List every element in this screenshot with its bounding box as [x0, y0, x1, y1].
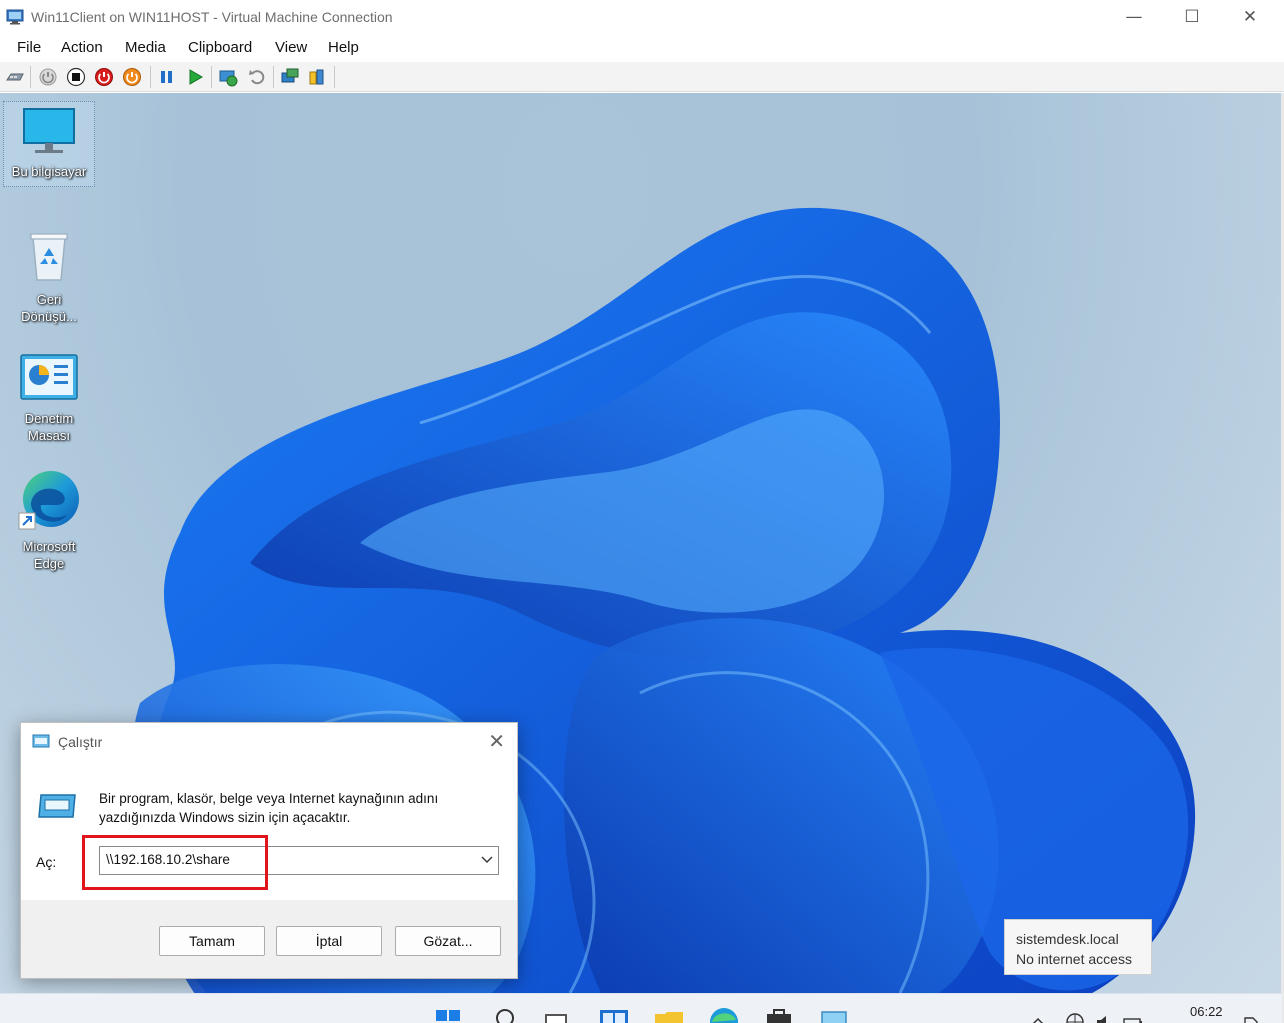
- run-dialog-footer: Tamam İptal Gözat...: [21, 900, 517, 978]
- start-menu-icon[interactable]: [434, 1006, 464, 1023]
- search-icon[interactable]: [492, 1006, 520, 1023]
- resume-icon[interactable]: [185, 67, 205, 87]
- desktop-icon-label: Bu bilgisayar: [11, 164, 87, 179]
- taskbar-clock[interactable]: 06:22: [1190, 1004, 1223, 1019]
- desktop-icon-label: Denetim: [24, 411, 74, 426]
- recycle-bin-icon: [30, 233, 68, 281]
- share-icon[interactable]: [307, 67, 327, 87]
- shut-down-icon[interactable]: [94, 67, 114, 87]
- task-view-icon[interactable]: [543, 1006, 571, 1023]
- battery-icon[interactable]: [1122, 1006, 1144, 1023]
- toolbar-separator: [334, 66, 335, 88]
- network-status: No internet access: [1016, 951, 1132, 967]
- widgets-icon[interactable]: [598, 1006, 630, 1023]
- run-dialog-title: Çalıştır: [58, 734, 103, 750]
- store-icon[interactable]: [763, 1006, 795, 1023]
- globe-icon[interactable]: [1064, 1006, 1086, 1023]
- window-title: Win11Client on WIN11HOST - Virtual Machi…: [31, 9, 393, 25]
- desktop-icon-label: Geri: [36, 292, 62, 307]
- desktop-icon-edge[interactable]: Microsoft Edge: [3, 469, 95, 572]
- taskbar: 06:22: [0, 993, 1282, 1023]
- window-titlebar[interactable]: Win11Client on WIN11HOST - Virtual Machi…: [0, 0, 1284, 34]
- turn-off-icon[interactable]: [66, 67, 86, 87]
- enhanced-session-icon[interactable]: [280, 67, 300, 87]
- annotation-highlight-box: [82, 835, 268, 890]
- menu-view[interactable]: View: [275, 39, 307, 56]
- desktop-icon-recycle-bin[interactable]: Geri Dönüşü...: [3, 228, 95, 325]
- monitor-icon: [23, 108, 75, 153]
- run-dialog: Çalıştır ✕ Bir program, klasör, belge ve…: [20, 722, 518, 979]
- revert-icon[interactable]: [247, 67, 267, 87]
- open-label: Aç:: [36, 854, 57, 870]
- chevron-up-icon[interactable]: [1030, 1006, 1046, 1023]
- menu-help[interactable]: Help: [328, 39, 359, 56]
- edge-taskbar-icon[interactable]: [708, 1006, 740, 1023]
- edge-icon: [18, 471, 79, 530]
- desktop-icon-label: Microsoft: [22, 539, 76, 554]
- vm-toolbar: [0, 62, 1284, 92]
- chevron-down-icon[interactable]: [480, 853, 494, 867]
- control-panel-icon: [20, 354, 78, 400]
- run-program-icon: [38, 794, 76, 818]
- desktop-icon-label: Dönüşü...: [21, 309, 77, 324]
- close-icon: ✕: [1242, 7, 1258, 27]
- cancel-button[interactable]: İptal: [276, 926, 382, 956]
- file-explorer-icon[interactable]: [653, 1006, 685, 1023]
- save-icon[interactable]: [122, 67, 142, 87]
- network-tooltip: sistemdesk.local No internet access: [1004, 919, 1152, 975]
- close-button[interactable]: ✕: [1221, 0, 1279, 34]
- run-icon: [32, 734, 50, 748]
- toolbar-separator: [211, 66, 212, 88]
- menu-clipboard[interactable]: Clipboard: [188, 39, 252, 56]
- desktop-icon-control-panel[interactable]: Denetim Masası: [3, 353, 95, 444]
- desktop-icon-label: Edge: [33, 556, 65, 571]
- menu-bar: File Action Media Clipboard View Help: [0, 34, 1284, 62]
- volume-icon[interactable]: [1094, 1006, 1114, 1023]
- maximize-icon: ☐: [1184, 7, 1200, 27]
- ok-button[interactable]: Tamam: [159, 926, 265, 956]
- menu-action[interactable]: Action: [61, 39, 103, 56]
- close-icon[interactable]: ✕: [488, 729, 505, 753]
- menu-media[interactable]: Media: [125, 39, 166, 56]
- virtual-machine-icon: [6, 9, 24, 25]
- notification-icon[interactable]: [1242, 1006, 1260, 1023]
- menu-file[interactable]: File: [17, 39, 41, 56]
- minimize-icon: —: [1125, 7, 1143, 27]
- desktop-icon-this-pc[interactable]: Bu bilgisayar: [3, 101, 95, 187]
- pause-icon[interactable]: [157, 67, 177, 87]
- remote-desktop-icon[interactable]: [818, 1006, 850, 1023]
- browse-button[interactable]: Gözat...: [395, 926, 501, 956]
- run-dialog-description: Bir program, klasör, belge veya Internet…: [99, 791, 439, 825]
- minimize-button[interactable]: —: [1105, 0, 1163, 34]
- run-dialog-titlebar[interactable]: Çalıştır ✕: [21, 723, 517, 761]
- desktop-icon-label: Masası: [28, 428, 70, 443]
- checkpoint-icon[interactable]: [218, 67, 238, 87]
- toolbar-separator: [150, 66, 151, 88]
- maximize-button[interactable]: ☐: [1163, 0, 1221, 34]
- ctrl-alt-del-icon[interactable]: [5, 67, 25, 87]
- toolbar-separator: [273, 66, 274, 88]
- network-name: sistemdesk.local: [1016, 931, 1119, 947]
- start-icon[interactable]: [38, 67, 58, 87]
- toolbar-separator: [30, 66, 31, 88]
